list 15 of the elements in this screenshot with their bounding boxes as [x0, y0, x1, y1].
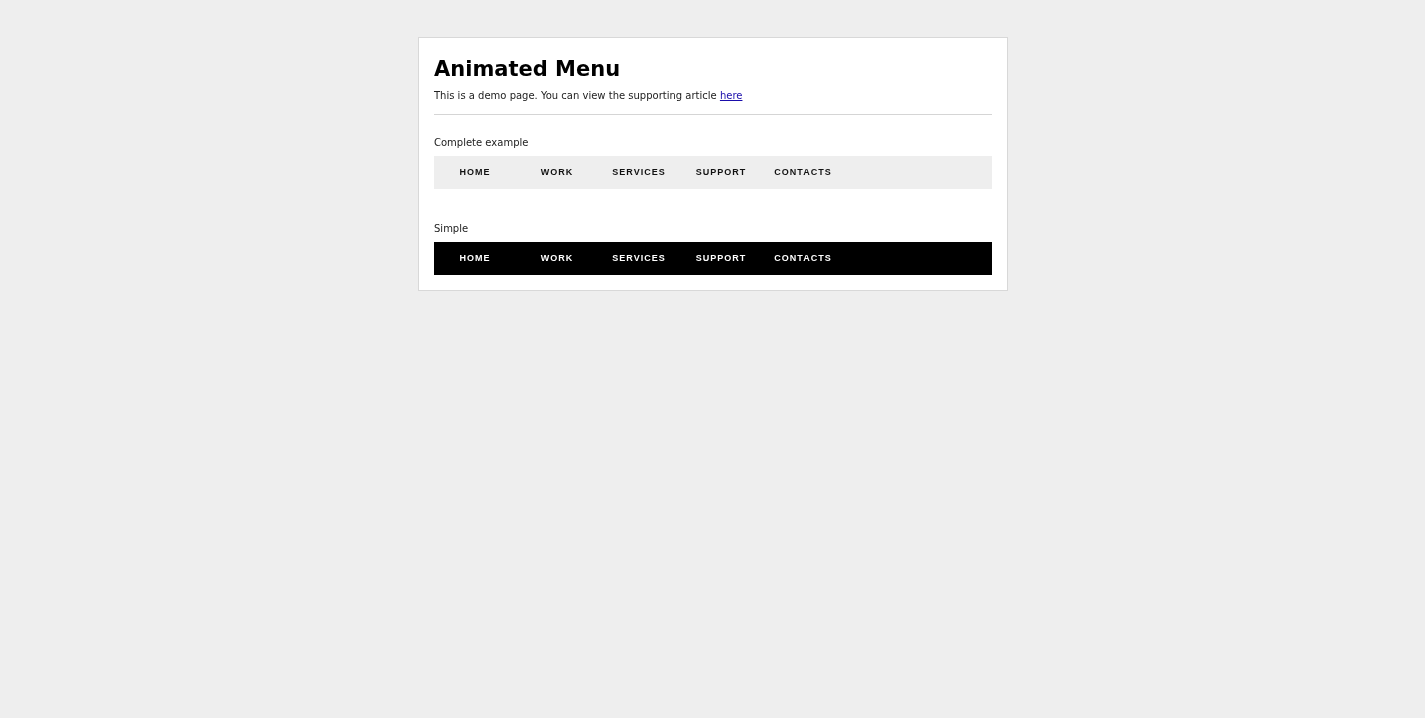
menu-item[interactable]: CONTACTS — [762, 242, 844, 275]
section-label: Simple — [434, 222, 469, 236]
menu-item[interactable]: HOME — [434, 156, 516, 189]
menu-item[interactable]: SERVICES — [598, 242, 680, 275]
section-label: Complete example — [434, 136, 529, 150]
menu-item[interactable]: WORK — [516, 242, 598, 275]
intro-text: This is a demo page. You can view the supporting article here — [434, 89, 743, 103]
menu-item[interactable]: WORK — [516, 156, 598, 189]
menu-item[interactable]: CONTACTS — [762, 156, 844, 189]
menu-item[interactable]: SUPPORT — [680, 242, 762, 275]
article-link[interactable]: here — [719, 90, 743, 101]
menu-item[interactable]: HOME — [434, 242, 516, 275]
menu-item[interactable]: SERVICES — [598, 156, 680, 189]
menu-item[interactable]: SUPPORT — [680, 156, 762, 189]
page-title: Animated Menu — [434, 56, 621, 83]
